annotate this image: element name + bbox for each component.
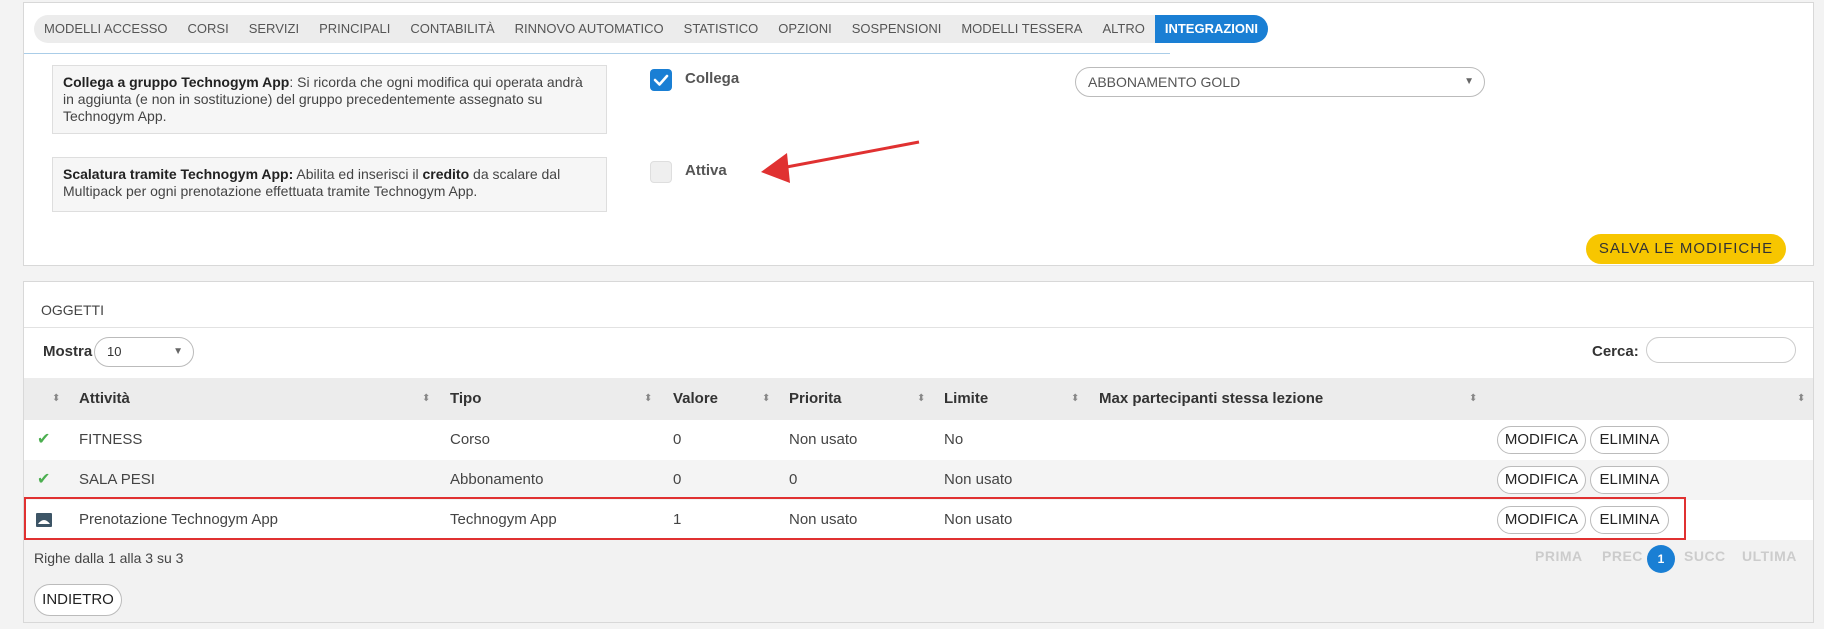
delete-button[interactable]: ELIMINA (1590, 506, 1669, 534)
scaling-info-text-1: Abilita ed inserisci il (293, 166, 423, 182)
group-select-value: ABBONAMENTO GOLD (1088, 74, 1241, 90)
cell-type: Abbonamento (450, 471, 544, 488)
pager-next[interactable]: SUCC (1684, 548, 1726, 564)
table-row: ✔ SALA PESI Abbonamento 0 0 Non usato MO… (24, 460, 1813, 500)
cell-type: Technogym App (450, 511, 557, 528)
sort-icon[interactable]: ⬍ (52, 378, 60, 420)
group-info-box: Collega a gruppo Technogym App: Si ricor… (52, 65, 607, 134)
tabs-divider (24, 53, 1170, 54)
cell-type: Corso (450, 431, 491, 448)
objects-panel: OGGETTI Mostra 10 ▼ Cerca: ⬍ Attività ⬍ … (23, 281, 1814, 623)
column-tipo[interactable]: Tipo (450, 378, 481, 420)
search-input[interactable] (1646, 337, 1796, 363)
objects-title: OGGETTI (41, 302, 104, 318)
pager-last[interactable]: ULTIMA (1742, 548, 1797, 564)
cell-value: 1 (673, 511, 682, 528)
cell-limit: Non usato (944, 511, 1013, 528)
column-valore[interactable]: Valore (673, 378, 718, 420)
pager-prev[interactable]: PREC (1602, 548, 1643, 564)
tab-contabilita[interactable]: CONTABILITÀ (400, 15, 504, 43)
table-header: ⬍ Attività ⬍ Tipo ⬍ Valore ⬍ Priorita ⬍ … (24, 378, 1813, 420)
collega-label: Collega (685, 70, 740, 87)
tab-principali[interactable]: PRINCIPALI (309, 15, 400, 43)
chevron-down-icon: ▼ (173, 346, 183, 357)
cell-priority: Non usato (789, 511, 858, 528)
tab-modelli-accesso[interactable]: MODELLI ACCESSO (34, 15, 178, 43)
sort-icon[interactable]: ⬍ (1797, 378, 1805, 420)
back-button[interactable]: INDIETRO (34, 584, 122, 616)
delete-button[interactable]: ELIMINA (1590, 426, 1669, 454)
tab-corsi[interactable]: CORSI (178, 15, 239, 43)
pager-first[interactable]: PRIMA (1535, 548, 1583, 564)
tab-integrazioni[interactable]: INTEGRAZIONI (1154, 15, 1269, 43)
app-icon (36, 500, 52, 540)
column-priorita[interactable]: Priorita (789, 378, 842, 420)
checkmark-icon (653, 74, 669, 86)
cell-priority: 0 (789, 471, 798, 488)
tab-modelli-tessera[interactable]: MODELLI TESSERA (951, 15, 1092, 43)
sort-icon[interactable]: ⬍ (762, 378, 770, 420)
sort-icon[interactable]: ⬍ (1469, 378, 1477, 420)
show-label: Mostra (43, 343, 93, 360)
column-max-partecipanti[interactable]: Max partecipanti stessa lezione (1099, 378, 1323, 420)
tab-altro[interactable]: ALTRO (1092, 15, 1154, 43)
group-info-title: Collega a gruppo Technogym App (63, 74, 290, 90)
page-length-value: 10 (107, 344, 122, 359)
table-controls: Mostra 10 ▼ Cerca: (24, 328, 1813, 378)
sort-icon[interactable]: ⬍ (644, 378, 652, 420)
group-select[interactable]: ABBONAMENTO GOLD ▼ (1075, 67, 1485, 97)
cell-activity: SALA PESI (79, 471, 155, 488)
edit-button[interactable]: MODIFICA (1497, 426, 1586, 454)
cell-activity: FITNESS (79, 431, 143, 448)
chevron-down-icon: ▼ (1464, 76, 1474, 87)
cell-priority: Non usato (789, 431, 858, 448)
tab-sospensioni[interactable]: SOSPENSIONI (842, 15, 952, 43)
cell-value: 0 (673, 471, 682, 488)
tab-rinnovo-automatico[interactable]: RINNOVO AUTOMATICO (505, 15, 674, 43)
pager-current[interactable]: 1 (1647, 545, 1675, 573)
sort-icon[interactable]: ⬍ (1071, 378, 1079, 420)
page-length-select[interactable]: 10 ▼ (94, 337, 194, 367)
cell-activity: Prenotazione Technogym App (79, 511, 279, 528)
scaling-info-title: Scalatura tramite Technogym App: (63, 166, 294, 182)
delete-button[interactable]: ELIMINA (1590, 466, 1669, 494)
tab-servizi[interactable]: SERVIZI (239, 15, 309, 43)
attiva-checkbox[interactable] (650, 161, 672, 183)
column-attivita[interactable]: Attività (79, 378, 130, 420)
objects-header: OGGETTI (24, 282, 1813, 328)
sort-icon[interactable]: ⬍ (422, 378, 430, 420)
sort-icon[interactable]: ⬍ (917, 378, 925, 420)
settings-tabs: MODELLI ACCESSO CORSI SERVIZI PRINCIPALI… (34, 15, 1269, 43)
table-row: ✔ FITNESS Corso 0 Non usato No MODIFICA … (24, 420, 1813, 460)
cell-value: 0 (673, 431, 682, 448)
table-info: Righe dalla 1 alla 3 su 3 (34, 550, 184, 566)
cell-limit: Non usato (944, 471, 1013, 488)
scaling-info-box: Scalatura tramite Technogym App: Abilita… (52, 157, 607, 212)
edit-button[interactable]: MODIFICA (1497, 506, 1586, 534)
attiva-label: Attiva (685, 162, 727, 179)
integration-settings-panel: MODELLI ACCESSO CORSI SERVIZI PRINCIPALI… (23, 2, 1814, 266)
save-changes-button[interactable]: SALVA LE MODIFICHE (1586, 234, 1786, 264)
tab-statistico[interactable]: STATISTICO (674, 15, 769, 43)
table-row: Prenotazione Technogym App Technogym App… (24, 500, 1813, 540)
search-label: Cerca: (1592, 343, 1639, 360)
collega-checkbox[interactable] (650, 69, 672, 91)
scaling-info-bold: credito (422, 166, 470, 182)
column-limite[interactable]: Limite (944, 378, 988, 420)
tab-opzioni[interactable]: OPZIONI (768, 15, 841, 43)
check-icon: ✔ (37, 431, 51, 448)
edit-button[interactable]: MODIFICA (1497, 466, 1586, 494)
check-icon: ✔ (37, 471, 51, 488)
cell-limit: No (944, 431, 964, 448)
